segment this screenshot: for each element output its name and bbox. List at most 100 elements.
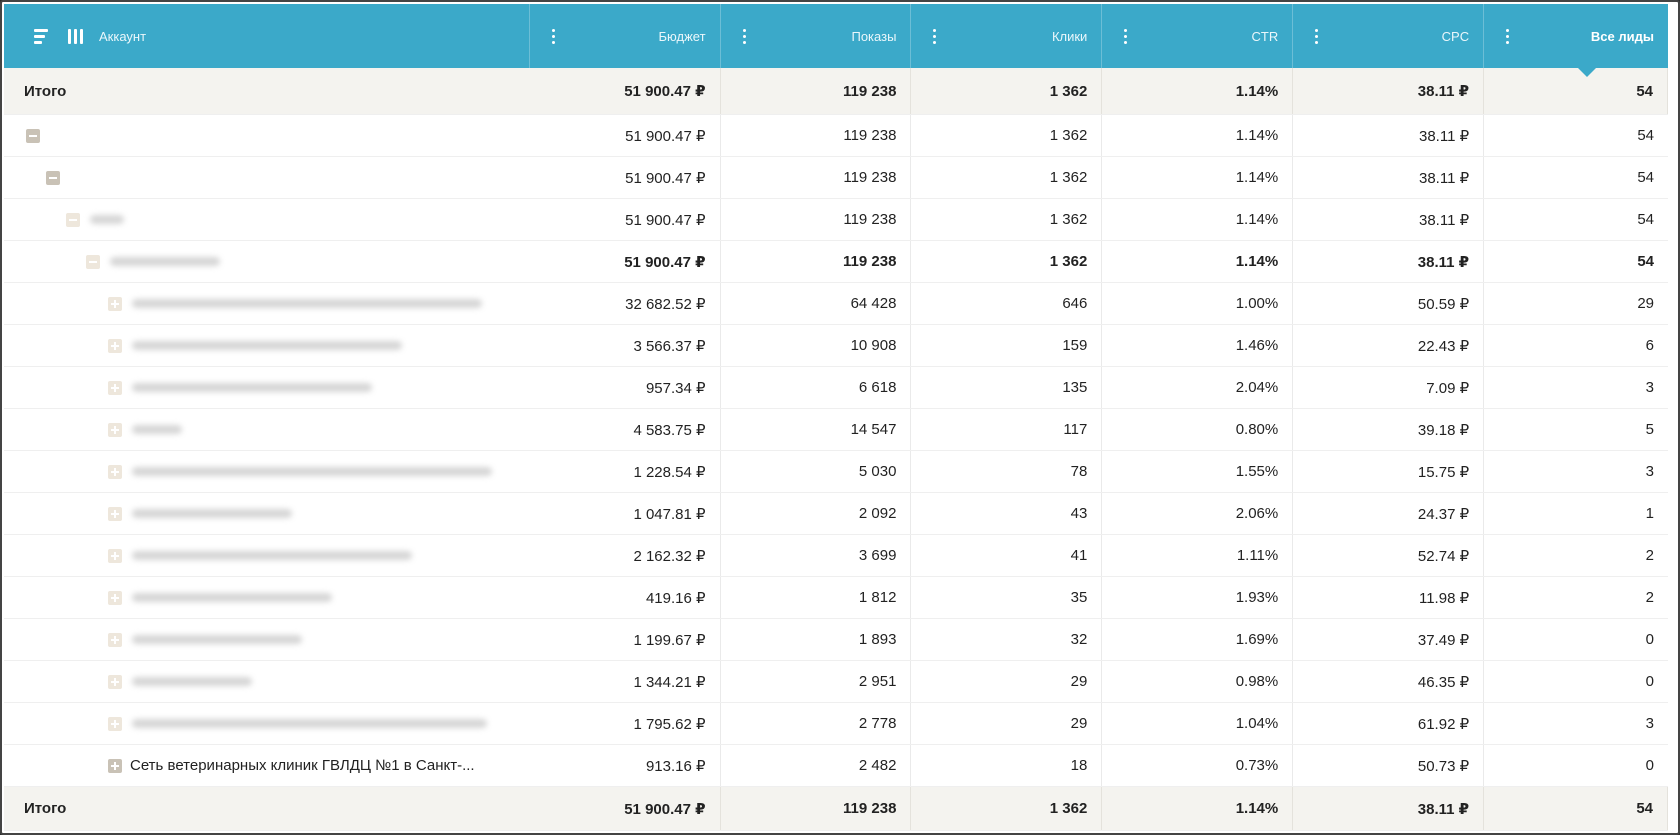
row-clicks: 1 362 — [911, 241, 1103, 282]
total-clicks: 1 362 — [911, 68, 1103, 114]
row-impressions: 2 778 — [721, 703, 912, 744]
header-budget[interactable]: Бюджет — [530, 4, 721, 68]
row-clicks: 1 362 — [911, 199, 1103, 240]
row-clicks: 117 — [911, 409, 1103, 450]
row-cpc: 38.11 ₽ — [1293, 115, 1485, 156]
row-budget: 2 162.32 ₽ — [530, 535, 721, 576]
row-clicks: 32 — [911, 619, 1103, 660]
expand-toggle-icon[interactable] — [108, 338, 122, 353]
row-leads: 2 — [1645, 589, 1655, 606]
header-clicks[interactable]: Клики — [911, 4, 1103, 68]
total-ctr: 1.14% — [1102, 787, 1294, 830]
row-clicks: 43 — [911, 493, 1103, 534]
row-leads: 0 — [1645, 673, 1655, 690]
row-leads: 0 — [1645, 757, 1655, 774]
row-cpc: 50.59 ₽ — [1293, 283, 1485, 324]
row-ctr: 1.69% — [1102, 619, 1294, 660]
row-leads: 3 — [1645, 715, 1655, 732]
table-row: 4 583.75 ₽ 14 547 117 0.80% 39.18 ₽ 5 — [4, 409, 1668, 451]
row-budget: 1 047.81 ₽ — [530, 493, 721, 534]
expand-toggle-icon[interactable] — [108, 296, 122, 311]
redacted-name — [132, 593, 332, 602]
row-clicks: 41 — [911, 535, 1103, 576]
row-ctr: 1.14% — [1102, 115, 1294, 156]
row-account-cell — [4, 577, 530, 618]
collapse-toggle-icon[interactable] — [86, 254, 100, 269]
column-menu-icon[interactable] — [929, 27, 940, 46]
row-leads: 5 — [1645, 421, 1655, 438]
row-account-cell — [4, 283, 530, 324]
row-leads: 54 — [1637, 253, 1655, 270]
header-ctr[interactable]: CTR — [1102, 4, 1294, 68]
row-cpc: 38.11 ₽ — [1293, 157, 1485, 198]
expand-toggle-icon[interactable] — [108, 716, 122, 731]
row-impressions: 2 951 — [721, 661, 912, 702]
redacted-name — [132, 635, 302, 644]
row-budget: 419.16 ₽ — [530, 577, 721, 618]
expand-toggle-icon[interactable] — [108, 674, 122, 689]
table-row: 1 047.81 ₽ 2 092 43 2.06% 24.37 ₽ 1 — [4, 493, 1668, 535]
redacted-name — [132, 509, 292, 518]
row-ctr: 0.80% — [1102, 409, 1294, 450]
row-leads: 54 — [1637, 211, 1655, 228]
redacted-name — [132, 551, 412, 560]
column-menu-icon[interactable] — [739, 27, 750, 46]
column-menu-icon[interactable] — [1120, 27, 1131, 46]
table-row: 1 199.67 ₽ 1 893 32 1.69% 37.49 ₽ 0 — [4, 619, 1668, 661]
row-leads: 54 — [1637, 169, 1655, 186]
row-cpc: 39.18 ₽ — [1293, 409, 1485, 450]
row-ctr: 1.55% — [1102, 451, 1294, 492]
row-budget: 3 566.37 ₽ — [530, 325, 721, 366]
report-table: Аккаунт Бюджет Показы Клики CTR CPC Все … — [4, 4, 1669, 831]
row-leads: 29 — [1637, 295, 1655, 312]
collapse-toggle-icon[interactable] — [26, 128, 40, 143]
row-leads: 6 — [1645, 337, 1655, 354]
expand-toggle-icon[interactable] — [108, 422, 122, 437]
expand-toggle-icon[interactable] — [108, 548, 122, 563]
row-account-cell — [4, 535, 530, 576]
table-row: Сеть ветеринарных клиник ГВЛДЦ №1 в Санк… — [4, 745, 1668, 787]
row-clicks: 135 — [911, 367, 1103, 408]
row-leads: 3 — [1645, 379, 1655, 396]
collapse-toggle-icon[interactable] — [46, 170, 60, 185]
header-account-label[interactable]: Аккаунт — [99, 29, 146, 44]
row-clicks: 29 — [911, 661, 1103, 702]
redacted-name — [132, 299, 482, 308]
expand-toggle-icon[interactable] — [108, 632, 122, 647]
expand-toggle-icon[interactable] — [108, 380, 122, 395]
expand-toggle-icon[interactable] — [108, 758, 122, 773]
row-budget: 1 228.54 ₽ — [530, 451, 721, 492]
filter-menu-icon[interactable] — [34, 28, 48, 44]
row-budget: 1 344.21 ₽ — [530, 661, 721, 702]
column-menu-icon[interactable] — [1502, 27, 1513, 46]
row-cpc: 46.35 ₽ — [1293, 661, 1485, 702]
header-cpc-label: CPC — [1441, 28, 1470, 44]
row-account-cell — [4, 325, 530, 366]
row-ctr: 1.04% — [1102, 703, 1294, 744]
total-impressions: 119 238 — [721, 787, 912, 830]
total-impressions: 119 238 — [721, 68, 912, 114]
header-impressions[interactable]: Показы — [721, 4, 912, 68]
column-menu-icon[interactable] — [548, 27, 559, 46]
expand-toggle-icon[interactable] — [108, 590, 122, 605]
header-cpc[interactable]: CPC — [1293, 4, 1485, 68]
header-ctr-label: CTR — [1251, 28, 1279, 44]
row-account-cell — [4, 619, 530, 660]
row-clicks: 18 — [911, 745, 1103, 786]
row-budget: 957.34 ₽ — [530, 367, 721, 408]
columns-icon[interactable] — [68, 28, 83, 44]
account-name[interactable]: Сеть ветеринарных клиник ГВЛДЦ №1 в Санк… — [130, 757, 475, 774]
row-impressions: 10 908 — [721, 325, 912, 366]
collapse-toggle-icon[interactable] — [66, 212, 80, 227]
header-all-leads[interactable]: Все лиды — [1484, 4, 1668, 68]
row-account-cell — [4, 451, 530, 492]
row-clicks: 646 — [911, 283, 1103, 324]
row-clicks: 1 362 — [911, 115, 1103, 156]
row-cpc: 38.11 ₽ — [1293, 199, 1485, 240]
table-row: 3 566.37 ₽ 10 908 159 1.46% 22.43 ₽ 6 — [4, 325, 1668, 367]
expand-toggle-icon[interactable] — [108, 464, 122, 479]
row-cpc: 22.43 ₽ — [1293, 325, 1485, 366]
row-ctr: 1.14% — [1102, 199, 1294, 240]
expand-toggle-icon[interactable] — [108, 506, 122, 521]
column-menu-icon[interactable] — [1311, 27, 1322, 46]
